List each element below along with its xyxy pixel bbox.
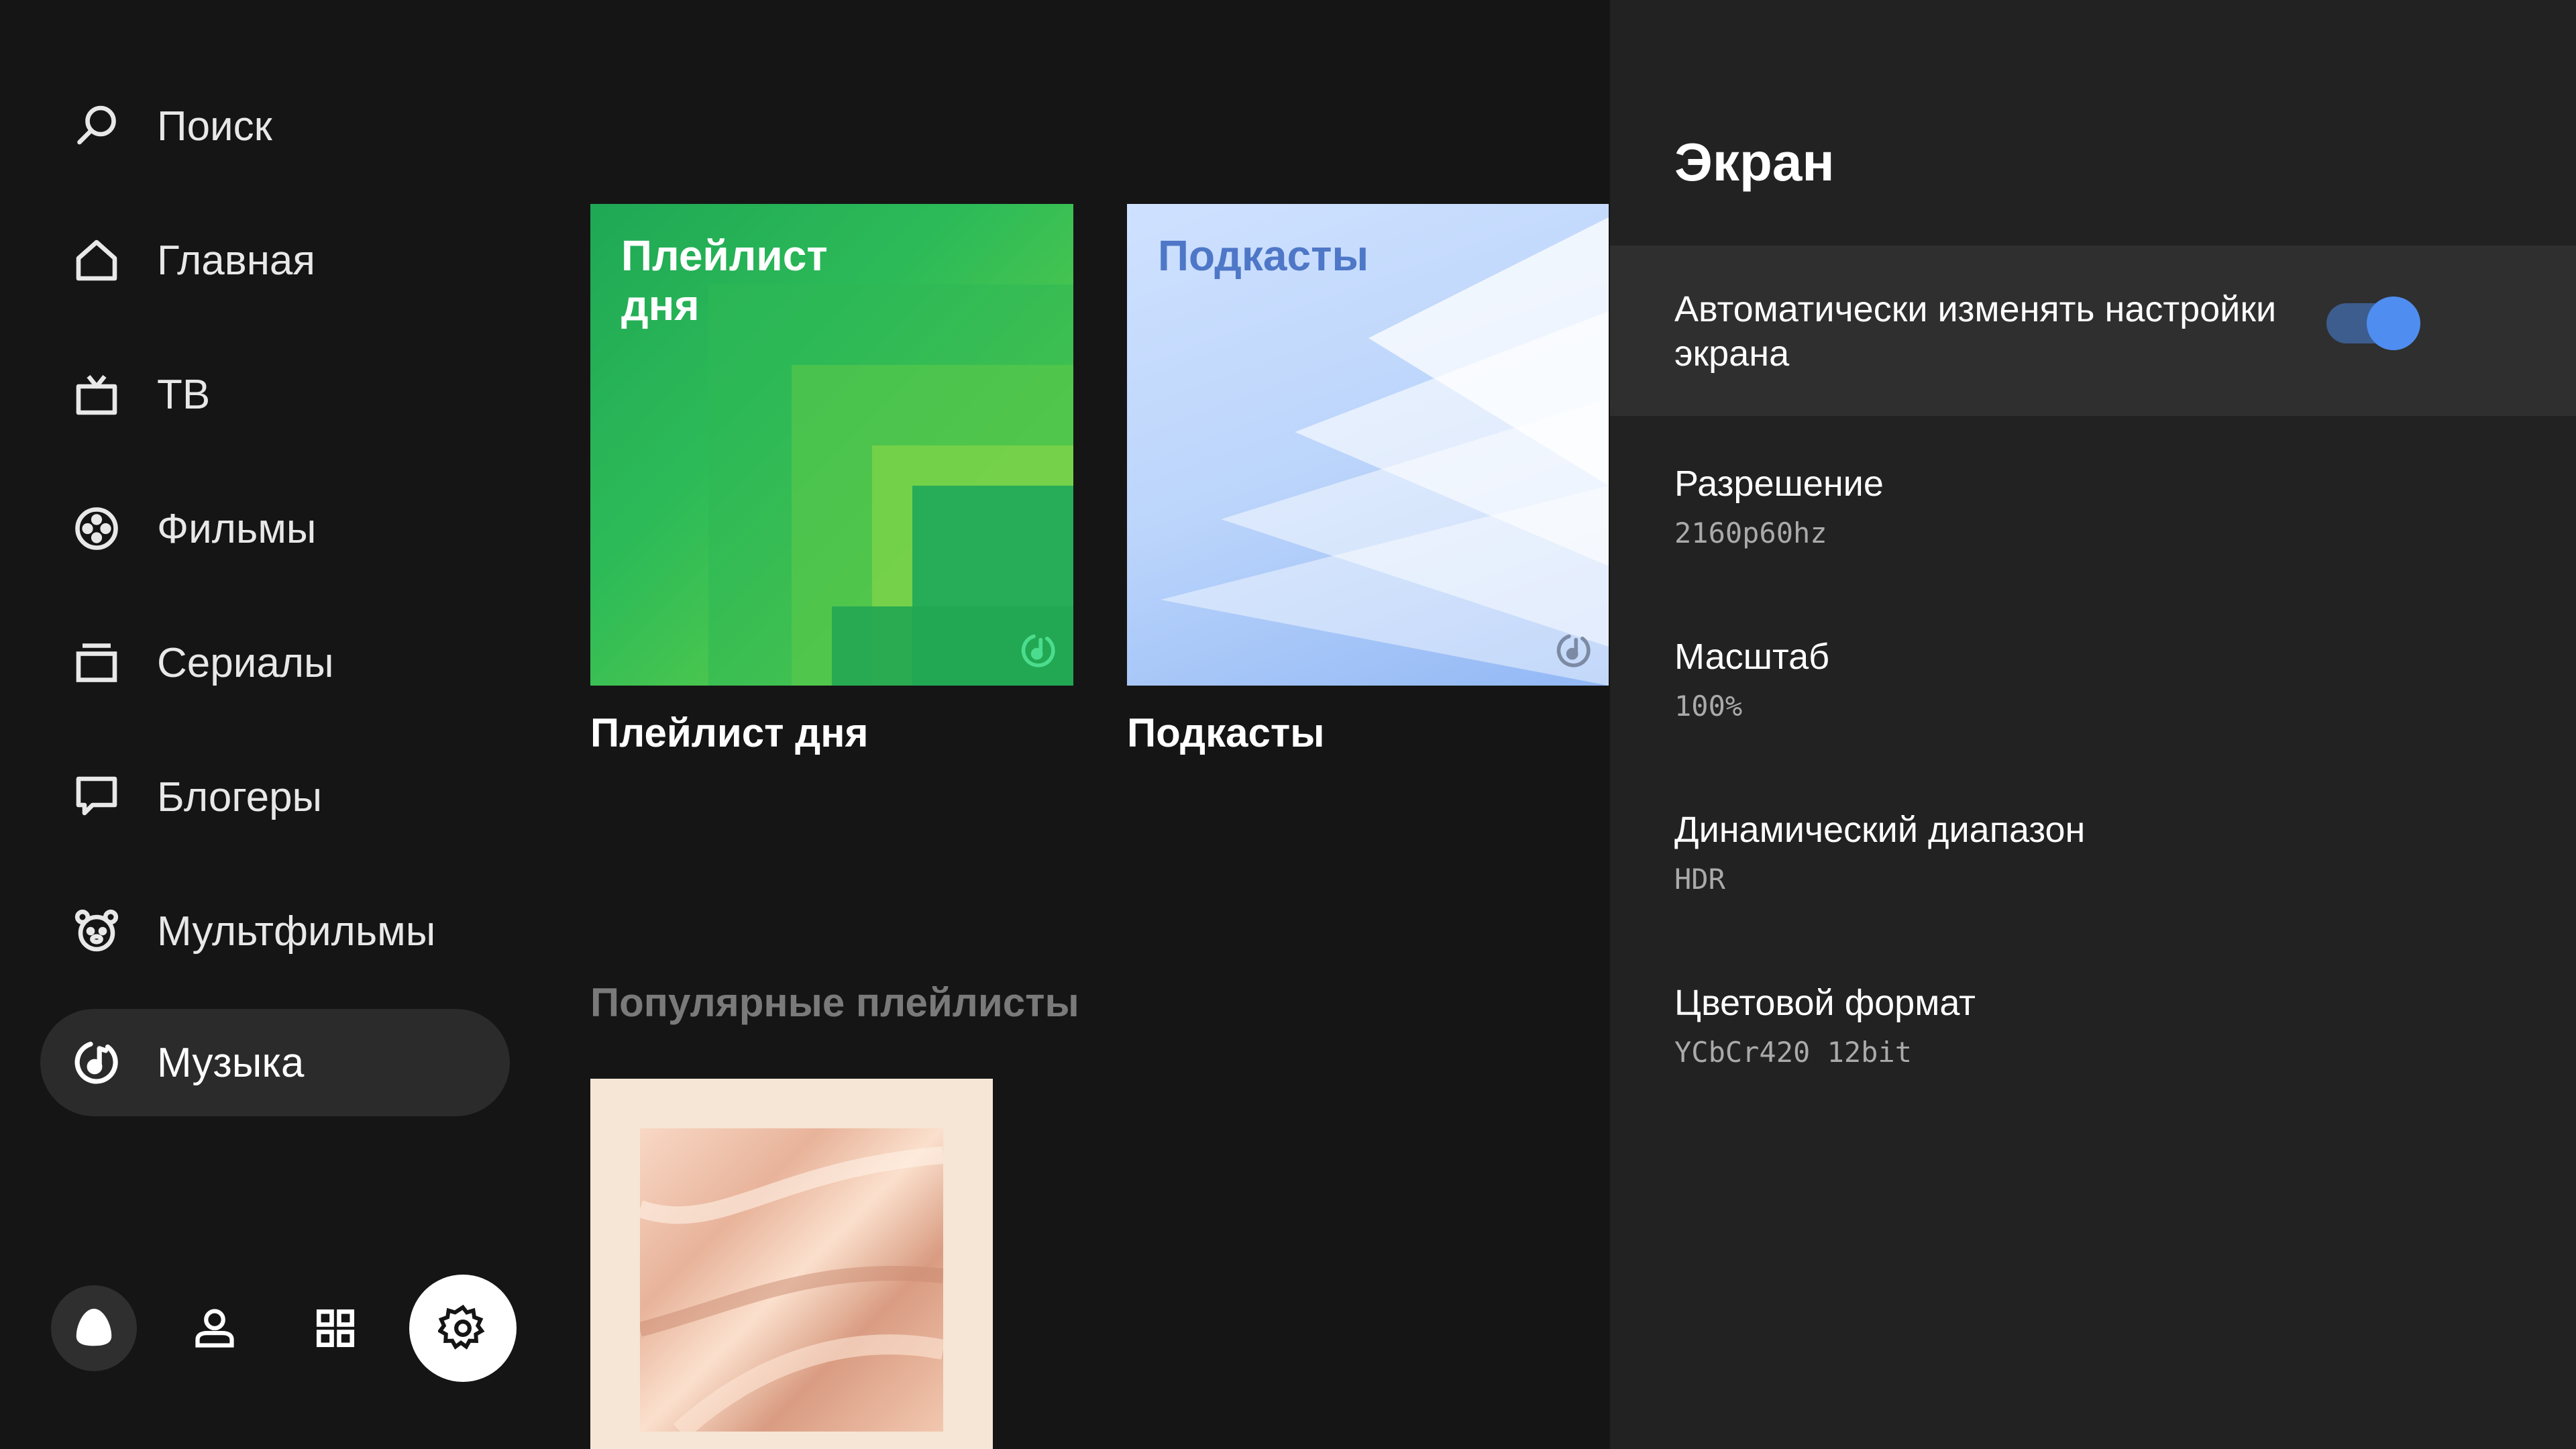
sidebar-item-bloggers[interactable]: Блогеры: [40, 743, 510, 851]
bottom-toolbar: [51, 1275, 551, 1382]
card-title: Подкасты: [1158, 231, 1369, 280]
tv-icon: [70, 368, 123, 421]
sidebar-item-cartoons[interactable]: Мультфильмы: [40, 877, 510, 985]
setting-label: Разрешение: [1674, 464, 1884, 504]
bear-icon: [70, 904, 123, 958]
search-icon: [70, 99, 123, 153]
sidebar-item-label: Блогеры: [157, 773, 323, 820]
setting-color-format[interactable]: Цветовой формат YCbCr420 12bit: [1610, 962, 2576, 1096]
podcasts-card[interactable]: Подкасты: [1127, 204, 1609, 686]
settings-button[interactable]: [409, 1275, 517, 1382]
auto-display-toggle[interactable]: [2326, 297, 2420, 350]
toggle-knob: [2367, 297, 2420, 350]
profile-icon: [192, 1305, 237, 1351]
setting-value: 100%: [1674, 690, 1743, 722]
panel-title: Экран: [1674, 132, 1835, 192]
sidebar-item-music[interactable]: Музыка: [40, 1009, 510, 1116]
card-caption: Подкасты: [1127, 710, 1325, 755]
setting-value: 2160p60hz: [1674, 517, 1827, 549]
sidebar: Поиск Главная ТВ Фильмы Сериалы Блогеры …: [0, 0, 550, 1449]
apps-grid-icon: [313, 1306, 358, 1350]
chat-bubble-icon: [70, 770, 123, 824]
sidebar-item-label: Поиск: [157, 103, 272, 150]
sidebar-item-series[interactable]: Сериалы: [40, 609, 510, 716]
alice-button[interactable]: [51, 1285, 137, 1371]
setting-resolution[interactable]: Разрешение 2160p60hz: [1610, 443, 2576, 577]
setting-scale[interactable]: Масштаб 100%: [1610, 616, 2576, 750]
sidebar-item-search[interactable]: Поиск: [40, 72, 510, 180]
gear-icon: [438, 1303, 488, 1353]
setting-label: Цветовой формат: [1674, 983, 1976, 1023]
alice-icon: [70, 1305, 117, 1352]
playlist-card[interactable]: [590, 1079, 993, 1449]
music-badge-icon: [1020, 632, 1057, 669]
card-caption: Плейлист дня: [590, 710, 869, 755]
setting-value: HDR: [1674, 863, 1725, 896]
auto-display-settings-row[interactable]: Автоматически изменять настройки экрана: [1610, 246, 2576, 416]
sidebar-item-label: Мультфильмы: [157, 908, 436, 955]
home-icon: [70, 233, 123, 287]
sidebar-item-home[interactable]: Главная: [40, 207, 510, 314]
sidebar-item-label: Фильмы: [157, 505, 317, 552]
playlist-of-the-day-card[interactable]: Плейлист дня: [590, 204, 1073, 686]
setting-value: YCbCr420 12bit: [1674, 1036, 1913, 1069]
profile-button[interactable]: [172, 1285, 258, 1371]
sidebar-item-movies[interactable]: Фильмы: [40, 475, 510, 582]
series-icon: [70, 636, 123, 690]
card-title: Плейлист дня: [621, 231, 828, 329]
display-settings-panel: Экран Автоматически изменять настройки э…: [1610, 0, 2576, 1449]
music-badge-icon: [1555, 632, 1593, 669]
apps-button[interactable]: [292, 1285, 378, 1371]
film-reel-icon: [70, 502, 123, 555]
section-title: Популярные плейлисты: [590, 980, 1079, 1025]
playlist-artwork: [640, 1128, 943, 1432]
setting-dynamic-range[interactable]: Динамический диапазон HDR: [1610, 789, 2576, 923]
sidebar-item-label: Музыка: [157, 1039, 305, 1086]
sidebar-item-label: Главная: [157, 237, 315, 284]
setting-label: Автоматически изменять настройки экрана: [1674, 289, 2277, 374]
sidebar-item-label: ТВ: [157, 371, 211, 418]
setting-label: Масштаб: [1674, 637, 1830, 677]
sidebar-item-label: Сериалы: [157, 639, 334, 686]
setting-label: Динамический диапазон: [1674, 810, 2086, 850]
sidebar-item-tv[interactable]: ТВ: [40, 341, 510, 448]
music-icon: [70, 1036, 123, 1089]
